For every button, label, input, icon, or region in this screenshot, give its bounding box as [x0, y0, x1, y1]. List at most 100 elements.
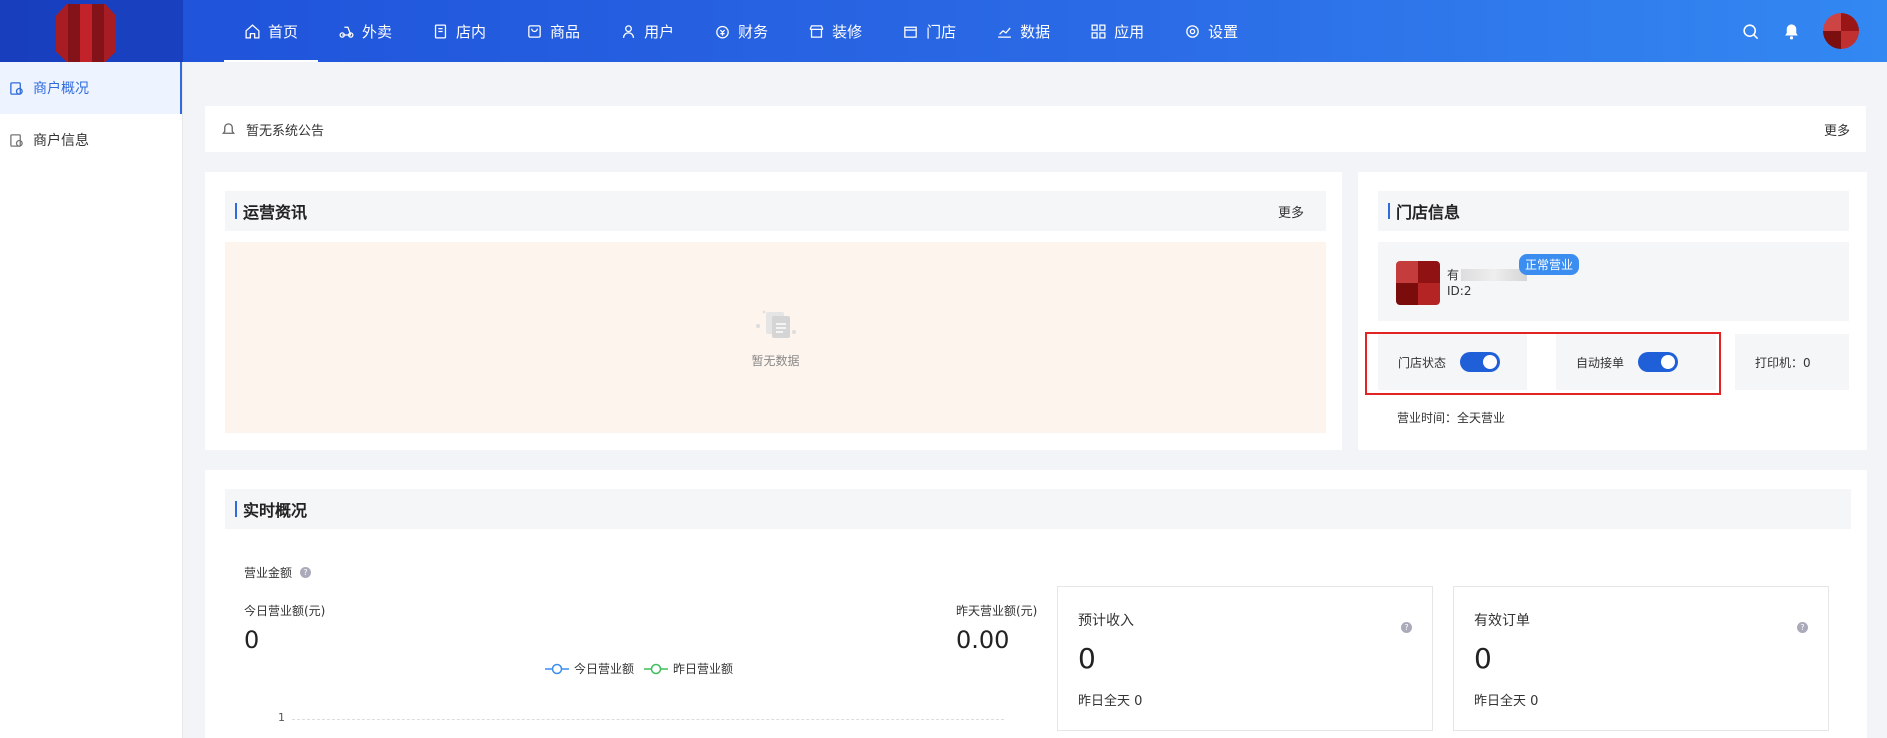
- main-nav: 首页 外卖 店内 商品 用户 财务 装修 门店 数据 应用 设置: [224, 0, 1258, 62]
- nav-label: 财务: [738, 22, 769, 41]
- avatar[interactable]: [1823, 13, 1859, 49]
- printer-count: 打印机：0: [1755, 355, 1811, 370]
- system-notice-bar: 暂无系统公告 更多: [205, 106, 1866, 152]
- sidebar-item-label: 商户概况: [33, 81, 89, 97]
- highlight-frame: [1365, 332, 1721, 395]
- nav-item-home[interactable]: 首页: [224, 0, 319, 62]
- today-revenue-label: 今日营业额(元): [244, 604, 326, 618]
- nav-item-user[interactable]: 用户: [600, 0, 694, 62]
- chart-legend: 今日营业额 昨日营业额: [545, 660, 733, 677]
- gear-icon: [1186, 24, 1199, 38]
- top-nav-bar: 首页 外卖 店内 商品 用户 财务 装修 门店 数据 应用 设置: [0, 0, 1887, 62]
- store-profile: 有 ID:2 正常营业: [1378, 242, 1849, 321]
- operations-card: 运营资讯 更多 暂无数据: [205, 172, 1342, 450]
- store-icon: [904, 26, 917, 38]
- printer-row: 打印机：0: [1735, 334, 1849, 390]
- valid-orders-label: 有效订单: [1474, 613, 1530, 629]
- legend-yesterday[interactable]: 昨日营业额: [644, 660, 733, 677]
- bell-outline-icon: [222, 122, 235, 134]
- operations-empty-area: 暂无数据: [225, 242, 1326, 433]
- nav-item-apps[interactable]: 应用: [1070, 0, 1164, 62]
- nav-label: 数据: [1020, 22, 1051, 41]
- sidebar-item-merchant-info[interactable]: 商户信息: [0, 114, 182, 166]
- help-icon[interactable]: ?: [1401, 622, 1412, 633]
- chart-axis-tick: 1: [278, 711, 285, 724]
- legend-today[interactable]: 今日营业额: [545, 660, 634, 677]
- realtime-title: 实时概况: [243, 501, 308, 520]
- expected-income-card: 预计收入 ? 0 昨日全天 0: [1057, 586, 1433, 731]
- revenue-label: 营业金额: [244, 566, 293, 580]
- expected-income-label: 预计收入: [1078, 613, 1134, 629]
- empty-text: 暂无数据: [751, 354, 800, 368]
- section-marker: [235, 203, 237, 219]
- yesterday-revenue-label: 昨天营业额(元): [956, 604, 1038, 618]
- finance-icon: [716, 25, 729, 39]
- nav-item-delivery[interactable]: 外卖: [318, 0, 412, 62]
- operations-title: 运营资讯: [243, 203, 308, 222]
- user-icon: [622, 24, 635, 38]
- nav-label: 外卖: [362, 22, 393, 41]
- legend-yesterday-label: 昨日营业额: [673, 662, 734, 676]
- store-name-prefix: 有: [1447, 268, 1460, 282]
- store-name: 有: [1447, 266, 1528, 283]
- section-marker: [235, 501, 237, 517]
- bell-icon[interactable]: [1782, 22, 1801, 41]
- operations-header: 运营资讯 更多: [225, 191, 1326, 231]
- business-hours: 营业时间：全天营业: [1397, 411, 1506, 425]
- help-icon[interactable]: ?: [1797, 622, 1808, 633]
- operations-more-link[interactable]: 更多: [1278, 202, 1304, 221]
- nav-label: 商品: [550, 22, 581, 41]
- top-right-tools: [1741, 0, 1859, 62]
- legend-today-label: 今日营业额: [574, 662, 635, 676]
- help-icon[interactable]: ?: [300, 567, 312, 578]
- expected-income-value: 0: [1078, 642, 1096, 675]
- yesterday-revenue-value: 0.00: [956, 626, 1010, 654]
- logo-area: [0, 0, 183, 62]
- store-info-header: 门店信息: [1378, 191, 1849, 231]
- goods-icon: [528, 24, 541, 38]
- nav-item-data[interactable]: 数据: [976, 0, 1070, 62]
- sidebar: 商户概况 商户信息: [0, 62, 183, 738]
- notice-text: 暂无系统公告: [246, 123, 325, 139]
- legend-line-marker-icon: [644, 663, 669, 674]
- search-icon[interactable]: [1741, 22, 1760, 41]
- nav-item-finance[interactable]: 财务: [694, 0, 788, 62]
- nav-label: 装修: [832, 22, 863, 41]
- nav-item-decor[interactable]: 装修: [788, 0, 882, 62]
- store-name-blurred: [1461, 268, 1528, 281]
- nav-label: 首页: [268, 22, 299, 41]
- nav-label: 店内: [456, 22, 487, 41]
- nav-label: 应用: [1114, 22, 1145, 41]
- store-id: ID:2: [1447, 284, 1472, 298]
- notice-more-link[interactable]: 更多: [1824, 120, 1850, 139]
- empty-data-icon: [755, 310, 796, 338]
- data-icon: [998, 27, 1011, 38]
- decor-icon: [809, 24, 824, 38]
- nav-label: 用户: [644, 22, 675, 41]
- brand-logo[interactable]: [56, 4, 116, 62]
- nav-item-store[interactable]: 门店: [882, 0, 976, 62]
- today-revenue-value: 0: [244, 626, 260, 654]
- status-badge: 正常营业: [1519, 254, 1580, 275]
- valid-orders-yesterday: 昨日全天 0: [1474, 694, 1539, 709]
- chart-gridline: [292, 719, 1004, 720]
- section-marker: [1388, 203, 1390, 219]
- home-icon: [245, 23, 260, 39]
- nav-label: 门店: [926, 22, 957, 41]
- realtime-header: 实时概况: [225, 489, 1851, 529]
- valid-orders-card: 有效订单 ? 0 昨日全天 0: [1453, 586, 1829, 731]
- dine-in-icon: [434, 23, 447, 39]
- merchant-icon: [10, 81, 23, 95]
- nav-item-settings[interactable]: 设置: [1164, 0, 1258, 62]
- revenue-label-wrap: 营业金额 ?: [244, 564, 312, 581]
- expected-income-yesterday: 昨日全天 0: [1078, 694, 1143, 709]
- merchant-info-icon: [10, 133, 23, 147]
- store-logo: [1396, 261, 1440, 305]
- sidebar-item-label: 商户信息: [33, 133, 89, 149]
- apps-icon: [1091, 23, 1106, 39]
- sidebar-item-merchant-overview[interactable]: 商户概况: [0, 62, 182, 114]
- valid-orders-value: 0: [1474, 642, 1492, 675]
- nav-item-goods[interactable]: 商品: [506, 0, 600, 62]
- nav-item-dine-in[interactable]: 店内: [412, 0, 506, 62]
- delivery-icon: [339, 26, 354, 38]
